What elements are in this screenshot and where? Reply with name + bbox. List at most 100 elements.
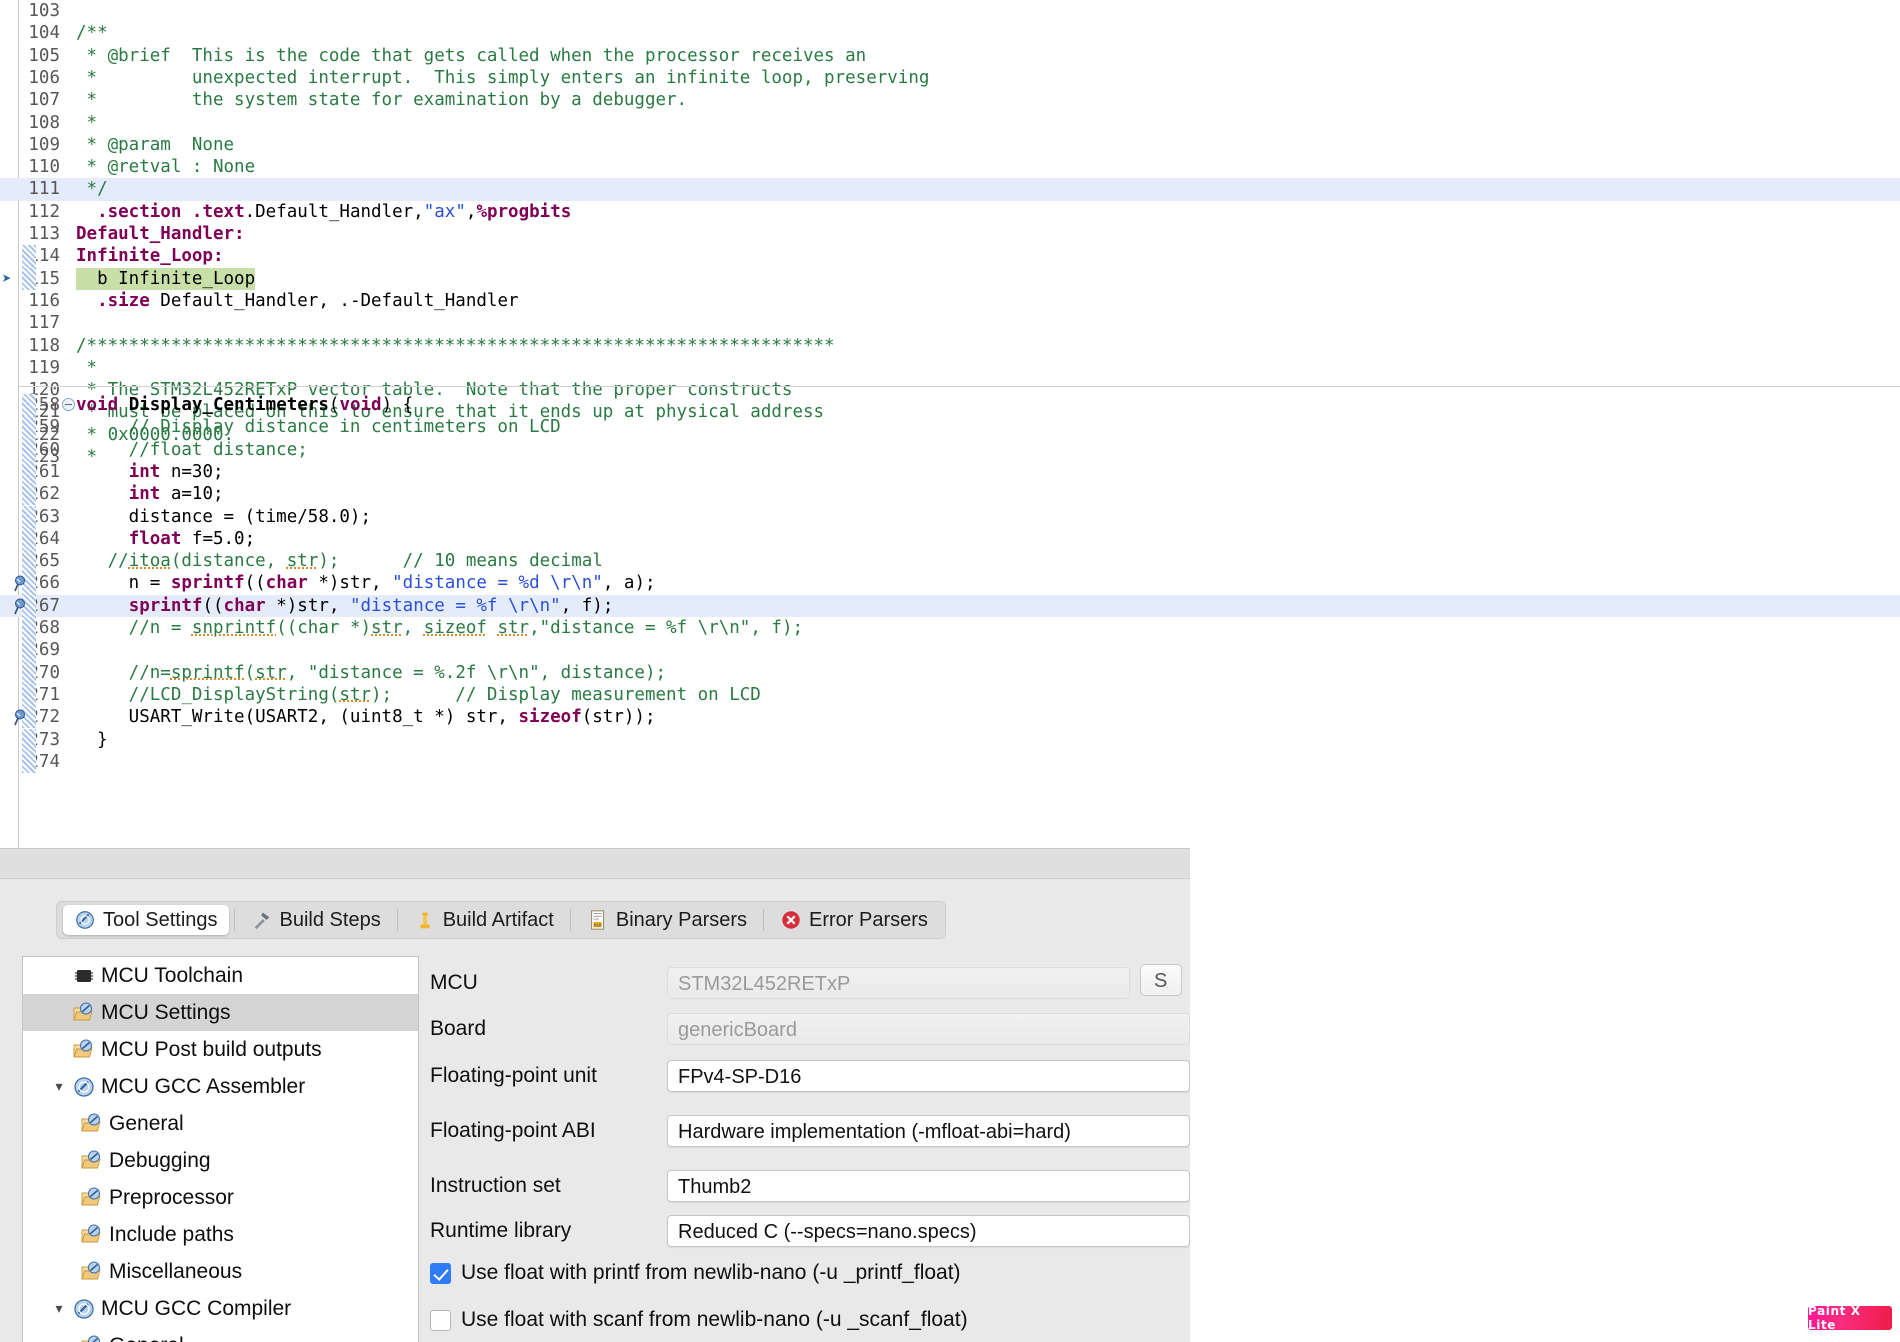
tab-bar[interactable]: Tool Settings Build Steps Build Artifact 01… (56, 901, 946, 939)
breakpoint-icon[interactable] (12, 574, 28, 592)
code-line[interactable]: 109 * @param None (0, 134, 1900, 156)
tab-error-parsers[interactable]: Error Parsers (769, 905, 939, 935)
code-line[interactable]: 107 * the system state for examination b… (0, 89, 1900, 111)
tree-item-mcu-gcc-compiler[interactable]: ▾ MCU GCC Compiler (23, 1290, 418, 1327)
change-bar (22, 617, 36, 640)
breakpoint-icon[interactable] (12, 708, 28, 726)
tab-label: Build Artifact (442, 908, 554, 931)
code-line[interactable]: 261 int n=30; (0, 460, 1900, 484)
code-line[interactable]: ➤ 115 b Infinite_Loop (0, 267, 1900, 290)
code-line[interactable]: 266 n = sprintf((char *)str, "distance =… (0, 572, 1900, 595)
board-input[interactable]: genericBoard (667, 1013, 1190, 1045)
code-line[interactable]: 268 //n = snprintf((char *)str, sizeof s… (0, 617, 1900, 640)
tree-item-miscellaneous[interactable]: Miscellaneous (23, 1253, 418, 1290)
tree-item-label: Include paths (109, 1222, 234, 1246)
code-line[interactable]: 112 .section .text.Default_Handler,"ax",… (0, 201, 1900, 223)
code-line[interactable]: 103 (0, 0, 1900, 22)
code-line[interactable]: 262 int a=10; (0, 483, 1900, 506)
code-line[interactable]: 111 */ (0, 178, 1900, 201)
code-line[interactable]: 108 * (0, 112, 1900, 134)
tree-item-label: MCU GCC Compiler (101, 1296, 292, 1320)
code-text: int n=30; (128, 461, 224, 482)
code-line[interactable]: 267 sprintf((char *)str, "distance = %f … (0, 594, 1900, 617)
code-text: */ (76, 179, 108, 200)
change-bar (22, 527, 36, 551)
code-line[interactable]: 271 //LCD_DisplayString(str); // Display… (0, 683, 1900, 707)
fpabi-combo[interactable]: Hardware implementation (-mfloat-abi=har… (667, 1115, 1190, 1147)
code-text: /** (76, 23, 108, 44)
breakpoint-icon[interactable] (12, 597, 28, 615)
runtime-library-label: Runtime library (430, 1219, 572, 1242)
change-bar (22, 750, 36, 774)
change-bar (22, 245, 36, 268)
code-line[interactable]: 265 //itoa(distance, str); // 10 means d… (0, 550, 1900, 573)
chevron-down-icon[interactable]: ▾ (47, 1300, 71, 1317)
code-line[interactable]: 270 //n=sprintf(str, "distance = %.2f \r… (0, 661, 1900, 684)
tree-item-mcu-settings[interactable]: MCU Settings (23, 994, 418, 1031)
change-bar (22, 505, 36, 528)
checkbox-row-scanf-float[interactable]: Use float with scanf from newlib-nano (-… (430, 1308, 968, 1332)
code-line[interactable]: 110 * @retval : None (0, 156, 1900, 178)
checkbox-row-printf-float[interactable]: Use float with printf from newlib-nano (… (430, 1261, 961, 1285)
code-line[interactable]: 113 Default_Handler: (0, 223, 1900, 245)
tab-build-artifact[interactable]: Build Artifact (403, 905, 565, 935)
tab-build-steps[interactable]: Build Steps (240, 905, 392, 935)
code-text: distance = (time/58.0); (76, 506, 372, 527)
tree-item-label: MCU GCC Assembler (101, 1074, 306, 1098)
code-line[interactable]: 117 (0, 312, 1900, 334)
error-x-icon (780, 909, 802, 931)
code-line[interactable]: 119 * (0, 357, 1900, 379)
code-line[interactable]: 118 /************************************… (0, 335, 1900, 357)
printf-float-checkbox[interactable] (430, 1262, 451, 1284)
code-line[interactable]: 274 (0, 750, 1900, 774)
tree-item-mcu-toolchain[interactable]: MCU Toolchain (23, 957, 418, 994)
change-bar (22, 267, 36, 290)
tree-item-preprocessor[interactable]: Preprocessor (23, 1179, 418, 1216)
code-line[interactable]: 264 float f=5.0; (0, 527, 1900, 551)
runtime-library-combo[interactable]: Reduced C (--specs=nano.specs) (667, 1215, 1190, 1247)
tab-label: Tool Settings (103, 908, 218, 931)
code-line[interactable]: 260 //float distance; (0, 438, 1900, 461)
tree-item-debugging[interactable]: Debugging (23, 1142, 418, 1179)
tree-item-mcu-post-build-outputs[interactable]: MCU Post build outputs (23, 1031, 418, 1068)
code-line[interactable]: 263 distance = (time/58.0); (0, 505, 1900, 528)
change-bar (22, 550, 36, 573)
tree-item-label: General (109, 1111, 184, 1135)
code-line[interactable]: 258 void Display_Centimeters(void) { (0, 394, 1900, 417)
code-block-lower[interactable]: 258 void Display_Centimeters(void) {259 /… (0, 394, 1900, 774)
change-bar (22, 661, 36, 684)
mcu-input[interactable]: STM32L452RETxP (667, 967, 1130, 999)
line-number: 109 (28, 134, 60, 155)
line-number: 118 (28, 335, 60, 356)
line-number: 107 (28, 90, 60, 111)
tree-item-general[interactable]: General (23, 1105, 418, 1142)
code-line[interactable]: 269 (0, 639, 1900, 662)
code-line[interactable]: 106 * unexpected interrupt. This simply … (0, 67, 1900, 89)
code-editor[interactable]: 103 104/** 105 * @brief This is the code t… (0, 0, 1900, 848)
mcu-select-button[interactable]: S (1140, 964, 1182, 996)
tree-item-mcu-gcc-assembler[interactable]: ▾ MCU GCC Assembler (23, 1068, 418, 1105)
fpu-combo[interactable]: FPv4-SP-D16 (667, 1060, 1190, 1092)
tree-item-include-paths[interactable]: Include paths (23, 1216, 418, 1253)
field-row-runtime-library: Runtime library Reduced C (--specs=nano.… (430, 1212, 1190, 1250)
code-line[interactable]: 104 /** (0, 22, 1900, 44)
code-line[interactable]: 273 } (0, 728, 1900, 751)
change-bar (22, 483, 36, 506)
code-line[interactable]: 114 Infinite_Loop: (0, 245, 1900, 268)
tree-item-general[interactable]: General (23, 1327, 418, 1342)
scanf-float-checkbox[interactable] (430, 1309, 451, 1331)
code-text: /***************************************… (76, 335, 835, 356)
tab-tool-settings[interactable]: Tool Settings (63, 905, 229, 935)
code-line[interactable]: 272 USART_Write(USART2, (uint8_t *) str,… (0, 706, 1900, 729)
tab-separator (233, 909, 235, 931)
settings-tree[interactable]: MCU Toolchain MCU Settings MCU Post build … (22, 956, 419, 1342)
tab-binary-parsers[interactable]: 010 Binary Parsers (576, 905, 758, 935)
code-line[interactable]: 116 .size Default_Handler, .-Default_Han… (0, 290, 1900, 312)
line-number: 113 (28, 224, 60, 244)
instruction-set-combo[interactable]: Thumb2 (667, 1170, 1190, 1202)
fpabi-label: Floating-point ABI (430, 1119, 596, 1142)
tool-icon (71, 1075, 97, 1099)
code-line[interactable]: 105 * @brief This is the code that gets … (0, 45, 1900, 67)
code-line[interactable]: 259 // Display distance in centimeters o… (0, 416, 1900, 439)
chevron-down-icon[interactable]: ▾ (47, 1078, 71, 1095)
